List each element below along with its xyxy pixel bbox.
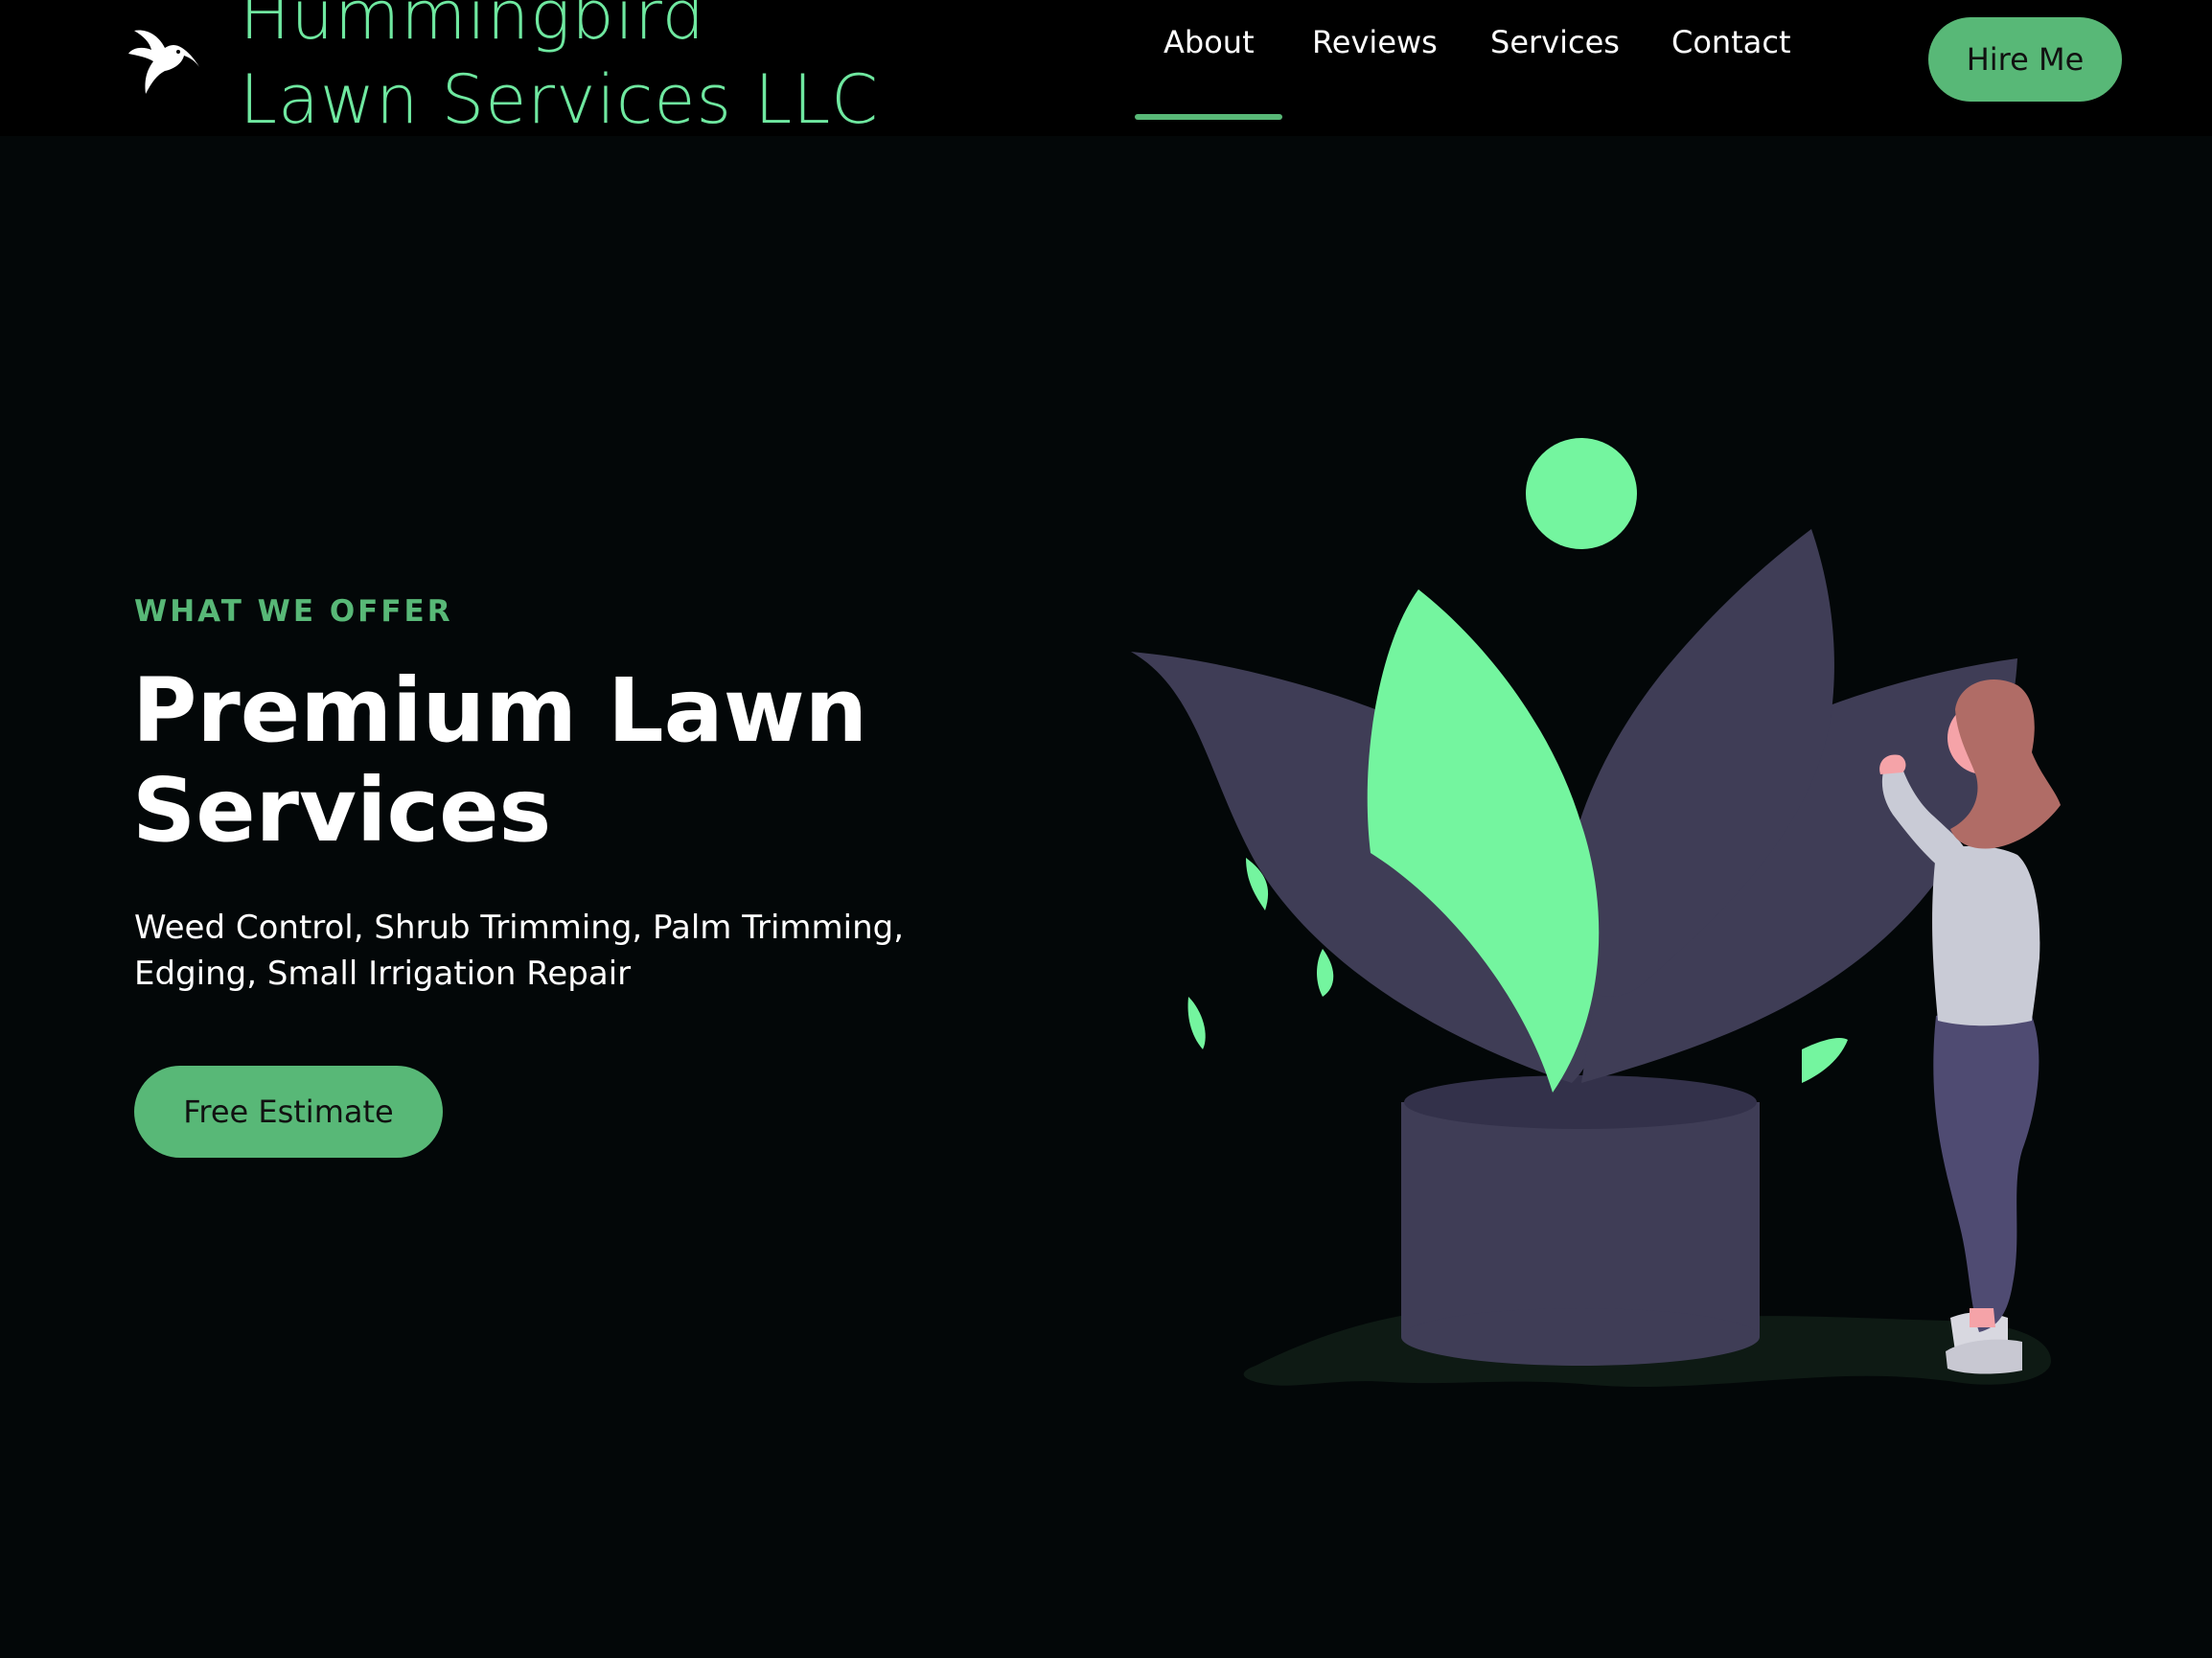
hire-me-button[interactable]: Hire Me: [1928, 17, 2122, 102]
floating-sun: [1526, 438, 1637, 549]
nav-active-indicator: [1135, 114, 1282, 120]
woman-legs: [1933, 1009, 2039, 1332]
hero-subtitle: Weed Control, Shrub Trimming, Palm Trimm…: [134, 905, 997, 997]
nav-contact[interactable]: Contact: [1671, 21, 1791, 79]
hero-title-line1: Premium Lawn: [132, 659, 868, 762]
pot-top: [1404, 1075, 1757, 1129]
hummingbird-icon[interactable]: [127, 27, 199, 104]
page: Hummingbird Lawn Services LLC About Revi…: [0, 0, 2212, 1658]
pot-bottom: [1401, 1308, 1760, 1366]
brand-name[interactable]: Hummingbird Lawn Services LLC: [240, 0, 968, 142]
woman-with-giant-plant-illustration: [1131, 438, 2061, 1387]
falling-leaf-3: [1187, 997, 1206, 1049]
brand-name-line2: Lawn Services LLC: [240, 60, 880, 139]
woman-torso: [1932, 845, 2040, 1026]
hero-title: Premium Lawn Services: [132, 661, 976, 861]
woman-ankle: [1970, 1308, 1995, 1327]
free-estimate-button[interactable]: Free Estimate: [134, 1066, 443, 1158]
section-eyebrow: WHAT WE OFFER: [134, 594, 453, 629]
nav-reviews[interactable]: Reviews: [1312, 21, 1438, 79]
hero-title-line2: Services: [132, 759, 552, 862]
pot-body: [1401, 1102, 1760, 1337]
nav-about[interactable]: About: [1164, 21, 1255, 79]
hero-subtitle-line2: Edging, Small Irrigation Repair: [134, 955, 632, 993]
site-header: Hummingbird Lawn Services LLC About Revi…: [0, 0, 2212, 139]
brand-name-line1: Hummingbird: [240, 0, 706, 55]
hero-subtitle-line1: Weed Control, Shrub Trimming, Palm Trimm…: [134, 909, 905, 947]
falling-leaf-4: [1802, 1038, 1848, 1083]
falling-leaf-2: [1317, 949, 1334, 997]
nav-services[interactable]: Services: [1490, 21, 1620, 79]
